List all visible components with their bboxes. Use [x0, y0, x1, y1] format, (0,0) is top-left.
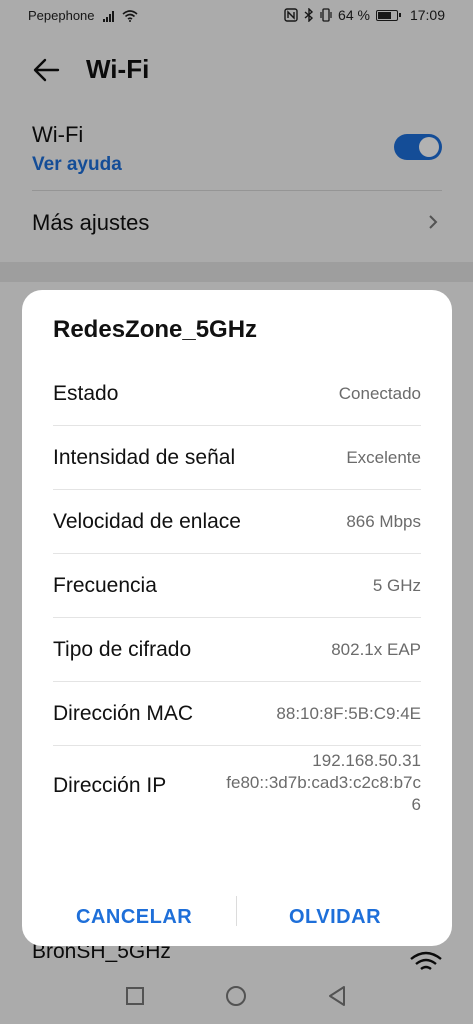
detail-row-status: Estado Conectado [53, 362, 421, 426]
detail-row-frequency: Frecuencia 5 GHz [53, 554, 421, 618]
ipv4-address: 192.168.50.31 [312, 751, 421, 770]
network-details-dialog: RedesZone_5GHz Estado Conectado Intensid… [22, 290, 452, 946]
detail-row-signal: Intensidad de señal Excelente [53, 426, 421, 490]
detail-label: Intensidad de señal [53, 446, 236, 469]
detail-label: Dirección MAC [53, 702, 194, 725]
detail-value: 88:10:8F:5B:C9:4E [276, 704, 421, 723]
detail-value: Excelente [346, 448, 421, 467]
detail-row-ip: Dirección IP 192.168.50.31 fe80::3d7b:ca… [53, 746, 421, 836]
detail-label: Tipo de cifrado [53, 638, 192, 661]
detail-label: Estado [53, 382, 119, 405]
dialog-title: RedesZone_5GHz [53, 316, 258, 343]
ip-address-value: 192.168.50.31 fe80::3d7b:cad3:c2c8:b7c 6 [191, 750, 421, 816]
detail-value: 5 GHz [372, 576, 421, 595]
ipv6-address-line: fe80::3d7b:cad3:c2c8:b7c [226, 773, 421, 792]
detail-label: Velocidad de enlace [53, 510, 241, 533]
detail-row-mac: Dirección MAC 88:10:8F:5B:C9:4E [53, 682, 421, 746]
detail-value: 802.1x EAP [331, 640, 421, 659]
forget-button[interactable]: OLVIDAR [289, 906, 381, 929]
cancel-button[interactable]: CANCELAR [76, 906, 192, 929]
detail-row-link-speed: Velocidad de enlace 866 Mbps [53, 490, 421, 554]
ipv6-address-line: 6 [411, 795, 421, 814]
detail-label: Frecuencia [53, 574, 157, 597]
detail-value: 866 Mbps [346, 512, 421, 531]
detail-label: Dirección IP [53, 774, 167, 797]
detail-value: Conectado [338, 384, 421, 403]
detail-row-encryption: Tipo de cifrado 802.1x EAP [53, 618, 421, 682]
button-divider [236, 896, 237, 926]
